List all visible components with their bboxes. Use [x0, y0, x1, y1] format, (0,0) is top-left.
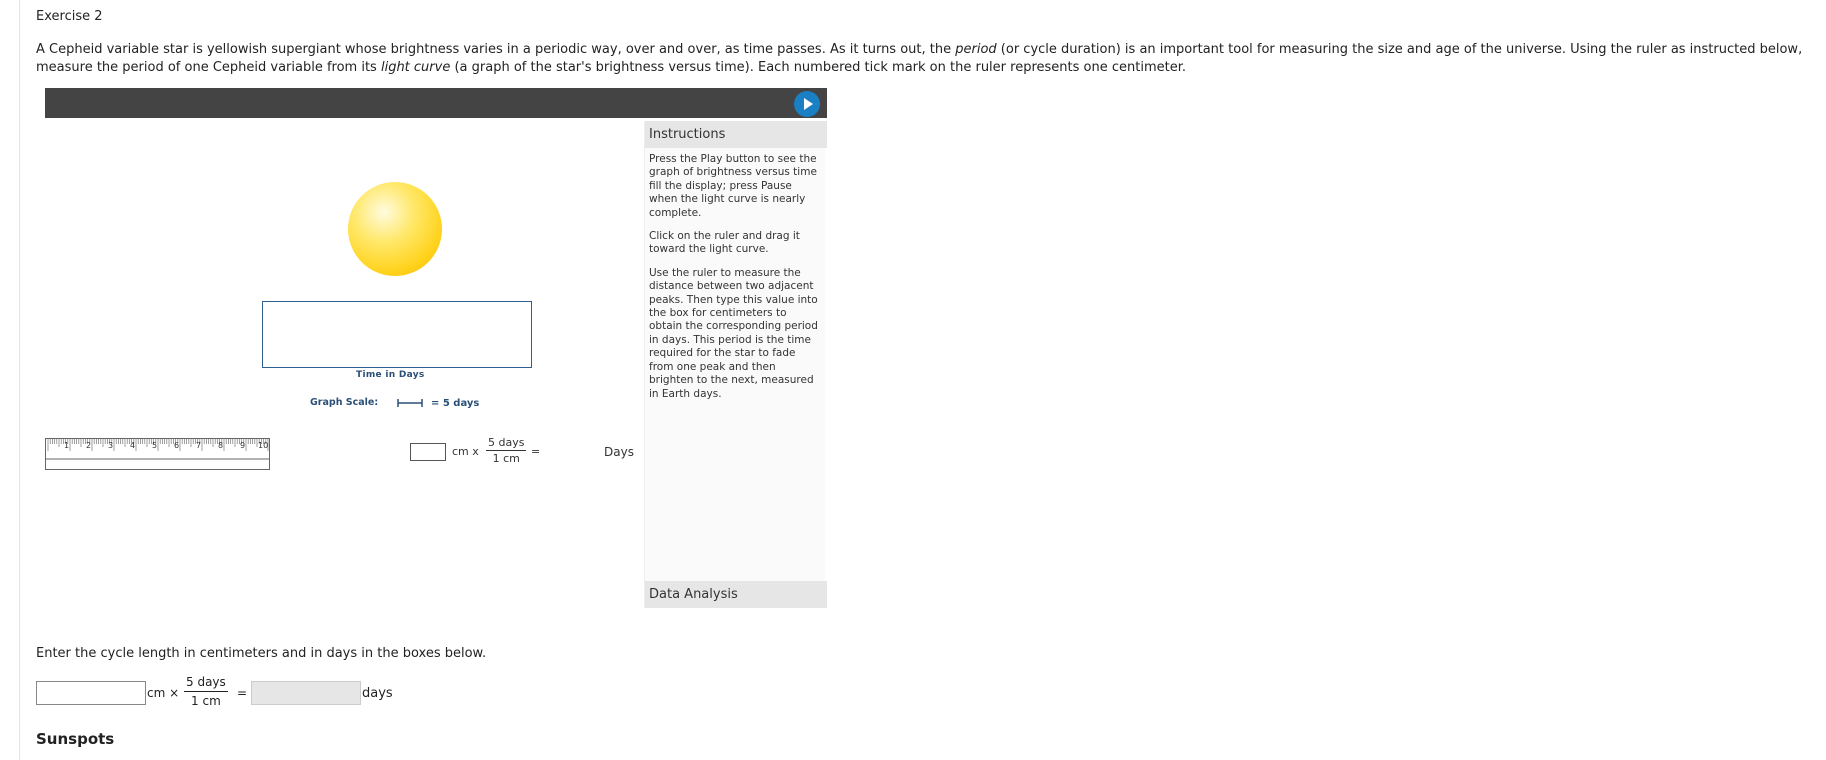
graph-scale-label: Graph Scale:: [310, 397, 379, 408]
ruler-number: 2: [86, 441, 92, 450]
data-analysis-tab[interactable]: Data Analysis: [645, 581, 827, 608]
intro-text-1: A Cepheid variable star is yellowish sup…: [36, 42, 956, 57]
ruler-ticks: [46, 439, 269, 460]
answer-prompt: Enter the cycle length in centimeters an…: [36, 646, 487, 661]
answer-equals: =: [237, 686, 248, 700]
cepheid-simulation: Time in Days Graph Scale: = 5 days 1 2 3 4 5…: [45, 88, 827, 608]
sim-fraction: 5 days 1 cm: [486, 436, 527, 465]
intro-light-curve-word: light curve: [380, 60, 451, 75]
play-button[interactable]: [794, 91, 820, 117]
instructions-text: Press the Play button to see the graph o…: [649, 153, 821, 411]
ruler-number: 3: [108, 441, 114, 450]
cycle-cm-input[interactable]: [36, 681, 146, 705]
ruler-number: 4: [130, 441, 136, 450]
draggable-ruler[interactable]: 1 2 3 4 5 6 7 8 9 10: [45, 438, 270, 470]
sim-fraction-denominator: 1 cm: [492, 452, 520, 465]
ruler-number: 7: [196, 441, 202, 450]
sim-cm-label: cm x: [452, 445, 479, 458]
ruler-number: 6: [174, 441, 180, 450]
ruler-number: 10: [258, 441, 269, 450]
sim-equals: =: [531, 445, 541, 458]
graph-xlabel: Time in Days: [356, 370, 425, 380]
graph-scale-value: = 5 days: [431, 398, 480, 409]
cycle-days-input: [251, 681, 361, 705]
light-curve-graph: [262, 301, 532, 368]
ruler-number: 1: [64, 441, 70, 450]
sim-cm-input[interactable]: [410, 443, 446, 461]
ruler-number: 9: [240, 441, 246, 450]
instruction-ruler: Click on the ruler and drag it toward th…: [649, 230, 800, 256]
sim-fraction-numerator: 5 days: [486, 436, 527, 451]
ruler-number: 5: [152, 441, 158, 450]
play-icon: [804, 98, 813, 110]
scale-bar-icon: [397, 399, 423, 407]
instructions-title: Instructions: [645, 121, 827, 148]
sunspots-heading: Sunspots: [36, 730, 115, 748]
intro-period-word: period: [955, 42, 997, 57]
cepheid-star: [348, 182, 442, 276]
answer-fraction-numerator: 5 days: [184, 675, 228, 692]
answer-cm-label: cm ×: [147, 686, 180, 700]
answer-fraction-denominator: 1 cm: [191, 694, 221, 708]
instruction-measure: Use the ruler to measure the distance be…: [649, 266, 818, 400]
intro-paragraph: A Cepheid variable star is yellowish sup…: [36, 41, 1816, 77]
instructions-panel: Instructions Press the Play button to se…: [644, 121, 827, 608]
ruler-number: 8: [218, 441, 224, 450]
sim-days-label: Days: [604, 445, 634, 459]
exercise-title: Exercise 2: [36, 9, 103, 24]
answer-fraction: 5 days 1 cm: [184, 675, 228, 708]
sim-toolbar: [45, 88, 827, 118]
instruction-play: Press the Play button to see the graph o…: [649, 153, 817, 219]
intro-text-3: (a graph of the star's brightness versus…: [450, 60, 1186, 75]
left-border: [19, 0, 20, 760]
answer-days-label: days: [362, 686, 393, 701]
